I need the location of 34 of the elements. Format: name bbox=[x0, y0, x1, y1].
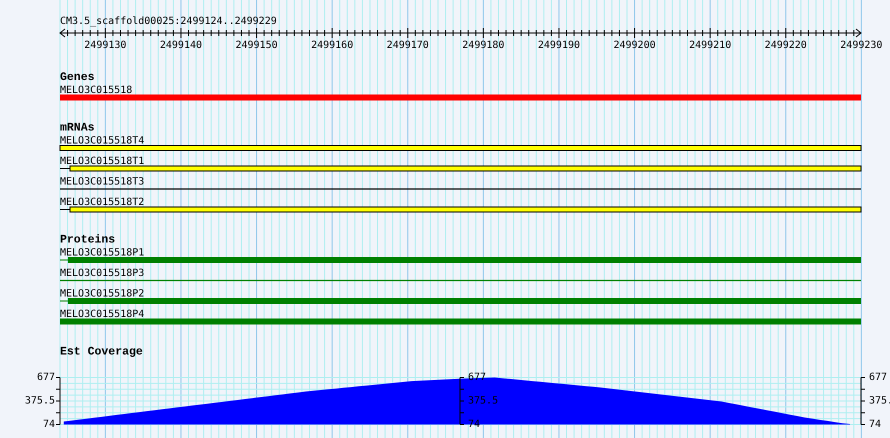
track-title: Est Coverage bbox=[60, 346, 143, 358]
axis-label: 375.5 bbox=[24, 396, 55, 406]
ruler-tick-label: 2499130 bbox=[84, 40, 126, 51]
feature-label: MELO3C015518T3 bbox=[60, 176, 144, 188]
track-title: Genes bbox=[60, 71, 95, 84]
feature-label: MELO3C015518P2 bbox=[60, 288, 144, 300]
y-axis bbox=[860, 377, 866, 425]
feature-label: MELO3C015518T4 bbox=[60, 136, 144, 146]
feature-label: MELO3C015518T1 bbox=[60, 156, 144, 167]
ruler-tick-label: 2499210 bbox=[689, 40, 732, 51]
ruler-tick-label: 2499150 bbox=[235, 40, 278, 51]
ruler-tick-label: 2499220 bbox=[764, 40, 807, 51]
ruler-title: CM3.5_scaffold00025:2499124..2499229 bbox=[60, 16, 277, 27]
ruler-tick-label: 2499160 bbox=[311, 40, 354, 51]
axis-label: 74 bbox=[869, 419, 882, 430]
feature-label: MELO3C015518T2 bbox=[60, 197, 144, 208]
ruler-tick-label: 2499230 bbox=[840, 40, 882, 51]
ruler-tick-label: 2499180 bbox=[462, 40, 504, 51]
feature-label: MELO3C015518P3 bbox=[60, 268, 144, 279]
axis-label: 74 bbox=[42, 419, 55, 430]
axis-label: 677 bbox=[36, 372, 55, 383]
track-title: mRNAs bbox=[60, 122, 95, 134]
feature-label: MELO3C015518P4 bbox=[60, 309, 144, 320]
feature-label: MELO3C015518P1 bbox=[60, 248, 144, 258]
axis-label: 375.5 bbox=[468, 396, 498, 406]
ruler-tick-label: 2499170 bbox=[386, 40, 429, 51]
track-title: Proteins bbox=[60, 234, 116, 246]
ruler-tick-label: 2499140 bbox=[160, 40, 202, 51]
axis-label: 677 bbox=[869, 372, 888, 383]
ruler-tick-label: 2499190 bbox=[538, 40, 580, 51]
y-axis bbox=[460, 377, 464, 425]
feature-label: MELO3C015518 bbox=[60, 85, 132, 96]
y-axis bbox=[56, 377, 60, 425]
ruler-tick-label: 2499200 bbox=[613, 40, 656, 51]
